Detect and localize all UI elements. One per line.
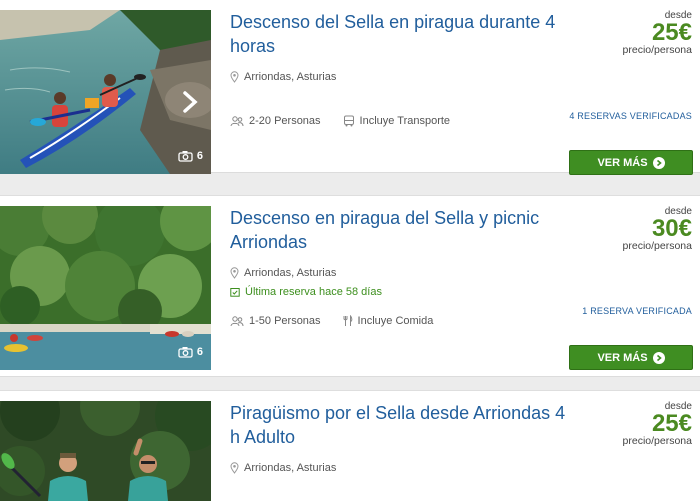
price-value: 30€ [651, 215, 692, 242]
see-more-label: VER MÁS [597, 156, 648, 169]
people-icon [230, 115, 244, 126]
location: Arriondas, Asturias [230, 267, 336, 279]
price-per-person: precio/persona [622, 435, 692, 447]
chevron-right-icon [652, 351, 665, 364]
price-per-person: precio/persona [622, 44, 692, 56]
activity-photo[interactable] [0, 401, 211, 501]
map-pin-icon [230, 71, 239, 83]
last-booking-text: Última reserva hace 58 días [245, 286, 382, 298]
last-booking: Última reserva hace 58 días [230, 286, 382, 298]
features: 1-50 Personas Incluye Comida [230, 315, 433, 327]
photo-count[interactable]: 6 [178, 150, 203, 162]
price-box: desde 25€ precio/persona [582, 10, 692, 56]
photo-count[interactable]: 6 [178, 346, 203, 358]
price-per-person: precio/persona [622, 240, 692, 252]
people-icon [230, 315, 244, 326]
map-pin-icon [230, 462, 239, 474]
includes: Incluye Transporte [343, 115, 451, 127]
price-value: 25€ [651, 410, 692, 437]
location: Arriondas, Asturias [230, 71, 336, 83]
location-text: Arriondas, Asturias [244, 462, 337, 474]
location-text: Arriondas, Asturias [244, 267, 337, 279]
group-size-text: 1-50 Personas [249, 315, 321, 327]
photo-count-value: 6 [196, 150, 203, 162]
features: 2-20 Personas Incluye Transporte [230, 115, 450, 127]
activity-title[interactable]: Descenso en piragua del Sella y picnic A… [230, 206, 580, 254]
group-size: 2-20 Personas [230, 115, 321, 127]
photo-count-value: 6 [196, 346, 203, 358]
includes-text: Incluye Transporte [359, 115, 451, 127]
see-more-button[interactable]: VER MÁS [569, 345, 693, 370]
price-box: desde 30€ precio/persona [582, 206, 692, 252]
activity-photo[interactable]: 6 [0, 206, 211, 370]
see-more-button[interactable]: VER MÁS [569, 150, 693, 175]
location-text: Arriondas, Asturias [244, 71, 337, 83]
price-box: desde 25€ precio/persona [582, 401, 692, 447]
group-size-text: 2-20 Personas [249, 115, 321, 127]
includes-text: Incluye Comida [357, 315, 434, 327]
verified-bookings-link[interactable]: 4 RESERVAS VERIFICADAS [569, 111, 692, 121]
paddlers-photo [0, 401, 211, 501]
camera-icon [178, 151, 193, 162]
activity-card[interactable]: 6 Descenso en piragua del Sella y picnic… [0, 195, 700, 377]
verified-bookings-link[interactable]: 1 RESERVA VERIFICADA [582, 306, 692, 316]
next-photo-arrow-icon[interactable] [181, 90, 203, 116]
cutlery-icon [343, 315, 352, 326]
activity-title[interactable]: Piragüismo por el Sella desde Arriondas … [230, 401, 580, 449]
activity-title[interactable]: Descenso del Sella en piragua durante 4 … [230, 10, 580, 58]
group-size: 1-50 Personas [230, 315, 321, 327]
location: Arriondas, Asturias [230, 462, 336, 474]
map-pin-icon [230, 267, 239, 279]
bus-icon [343, 115, 354, 127]
camera-icon [178, 347, 193, 358]
activity-card[interactable]: 6 Descenso del Sella en piragua durante … [0, 0, 700, 175]
calendar-check-icon [230, 288, 240, 297]
includes: Incluye Comida [343, 315, 434, 327]
price-value: 25€ [651, 19, 692, 46]
activity-card[interactable]: Piragüismo por el Sella desde Arriondas … [0, 390, 700, 501]
activity-photo[interactable]: 6 [0, 10, 211, 174]
chevron-right-icon [652, 156, 665, 169]
see-more-label: VER MÁS [597, 351, 648, 364]
